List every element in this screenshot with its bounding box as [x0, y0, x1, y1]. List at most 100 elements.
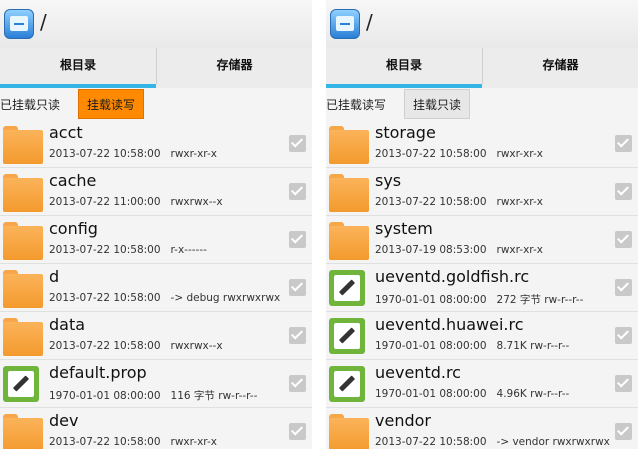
checkbox[interactable] [615, 375, 632, 392]
list-item[interactable]: dev 2013-07-22 10:58:00 rwxr-xr-x [0, 408, 312, 449]
checkbox[interactable] [289, 231, 306, 248]
tab-bar: 根目录 存储器 [326, 48, 638, 89]
entry-name: d [49, 267, 60, 286]
entry-meta: 2013-07-22 10:58:00 -> vendor rwxrwxrwx [375, 436, 610, 448]
entry-name: config [49, 219, 98, 238]
list-item[interactable]: vendor 2013-07-22 10:58:00 -> vendor rwxr… [326, 408, 638, 449]
list-item[interactable]: sys 2013-07-22 10:58:00 rwxr-xr-x [326, 168, 638, 216]
app-folder-icon[interactable] [330, 9, 360, 39]
entry-meta: 2013-07-22 10:58:00 -> debug rwxrwxrwx [49, 292, 280, 304]
checkbox[interactable] [289, 327, 306, 344]
entry-date: 1970-01-01 08:00:00 [49, 390, 161, 402]
mount-rw-button[interactable]: 挂载读写 [78, 89, 145, 119]
current-path: / [366, 10, 373, 34]
checkbox[interactable] [289, 135, 306, 152]
list-item[interactable]: cache 2013-07-22 11:00:00 rwxrwx--x [0, 168, 312, 216]
entry-meta: 1970-01-01 08:00:00 116 字节 rw-r--r-- [49, 388, 257, 403]
mount-mode-bar: 已挂载只读 挂载读写 [0, 88, 312, 120]
folder-icon [329, 174, 369, 212]
tab-storage[interactable]: 存储器 [156, 48, 312, 84]
entry-perm: rwxrwx--x [170, 340, 223, 352]
folder-icon [3, 174, 43, 212]
app-folder-icon[interactable] [4, 9, 34, 39]
checkbox[interactable] [289, 279, 306, 296]
list-item[interactable]: ueventd.rc 1970-01-01 08:00:00 4.96K rw-r… [326, 360, 638, 408]
entry-date: 2013-07-22 10:58:00 [49, 340, 161, 352]
entry-meta: 1970-01-01 08:00:00 8.71K rw-r--r-- [375, 340, 569, 352]
entry-date: 1970-01-01 08:00:00 [375, 294, 487, 306]
folder-icon [3, 318, 43, 356]
checkbox[interactable] [615, 183, 632, 200]
entry-name: sys [375, 171, 402, 190]
tab-root[interactable]: 根目录 [0, 48, 156, 84]
list-item[interactable]: storage 2013-07-22 10:58:00 rwxr-xr-x [326, 120, 638, 168]
entry-date: 1970-01-01 08:00:00 [375, 388, 487, 400]
file-list: acct 2013-07-22 10:58:00 rwxr-xr-x cache … [0, 120, 312, 449]
title-bar: / [0, 0, 312, 48]
file-manager-panel-left: / 根目录 存储器 已挂载只读 挂载读写 acct 2013-07-22 10:… [0, 0, 312, 449]
checkbox[interactable] [615, 231, 632, 248]
entry-date: 2013-07-22 10:58:00 [375, 436, 487, 448]
entry-meta: 2013-07-22 10:58:00 rwxrwx--x [49, 340, 223, 352]
entry-name: storage [375, 123, 436, 142]
list-item[interactable]: default.prop 1970-01-01 08:00:00 116 字节 r… [0, 360, 312, 408]
entry-name: dev [49, 411, 79, 430]
entry-perm: r-x------ [170, 244, 207, 256]
list-item[interactable]: d 2013-07-22 10:58:00 -> debug rwxrwxrwx [0, 264, 312, 312]
list-item[interactable]: system 2013-07-19 08:53:00 rwxr-xr-x [326, 216, 638, 264]
checkbox[interactable] [615, 423, 632, 440]
entry-name: cache [49, 171, 97, 190]
checkbox[interactable] [615, 135, 632, 152]
entry-perm: 8.71K rw-r--r-- [496, 340, 570, 352]
entry-perm: 116 字节 rw-r--r-- [170, 390, 258, 402]
tab-storage[interactable]: 存储器 [482, 48, 638, 84]
mount-status-label: 已挂载读写 [326, 98, 387, 112]
entry-meta: 2013-07-19 08:53:00 rwxr-xr-x [375, 244, 543, 256]
list-item[interactable]: ueventd.huawei.rc 1970-01-01 08:00:00 8.7… [326, 312, 638, 360]
edit-file-icon [329, 366, 365, 402]
entry-name: vendor [375, 411, 431, 430]
checkbox[interactable] [289, 183, 306, 200]
current-path: / [40, 10, 47, 34]
list-item[interactable]: ueventd.goldfish.rc 1970-01-01 08:00:00 2… [326, 264, 638, 312]
entry-date: 2013-07-22 10:58:00 [375, 148, 487, 160]
entry-meta: 1970-01-01 08:00:00 4.96K rw-r--r-- [375, 388, 569, 400]
entry-date: 2013-07-19 08:53:00 [375, 244, 487, 256]
entry-meta: 2013-07-22 10:58:00 rwxr-xr-x [49, 148, 217, 160]
edit-file-icon [3, 366, 39, 402]
entry-name: system [375, 219, 433, 238]
entry-meta: 1970-01-01 08:00:00 272 字节 rw-r--r-- [375, 292, 583, 307]
entry-meta: 2013-07-22 11:00:00 rwxrwx--x [49, 196, 223, 208]
mount-ro-button[interactable]: 挂载只读 [404, 89, 471, 119]
folder-icon [329, 222, 369, 260]
entry-meta: 2013-07-22 10:58:00 r-x------ [49, 244, 207, 256]
entry-meta: 2013-07-22 10:58:00 rwxr-xr-x [375, 196, 543, 208]
mount-mode-bar: 已挂载读写 挂载只读 [326, 88, 638, 120]
file-list: storage 2013-07-22 10:58:00 rwxr-xr-x sys… [326, 120, 638, 449]
entry-name: acct [49, 123, 83, 142]
mount-status-label: 已挂载只读 [0, 98, 61, 112]
list-item[interactable]: config 2013-07-22 10:58:00 r-x------ [0, 216, 312, 264]
panel-divider [312, 0, 326, 449]
title-bar: / [326, 0, 638, 48]
checkbox[interactable] [615, 327, 632, 344]
checkbox[interactable] [615, 279, 632, 296]
entry-date: 2013-07-22 10:58:00 [49, 244, 161, 256]
entry-perm: -> vendor rwxrwxrwx [496, 436, 610, 448]
list-item[interactable]: acct 2013-07-22 10:58:00 rwxr-xr-x [0, 120, 312, 168]
tab-bar: 根目录 存储器 [0, 48, 312, 89]
entry-perm: 272 字节 rw-r--r-- [496, 294, 584, 306]
folder-icon [3, 126, 43, 164]
entry-meta: 2013-07-22 10:58:00 rwxr-xr-x [49, 436, 217, 448]
tab-root[interactable]: 根目录 [326, 48, 482, 84]
entry-date: 2013-07-22 10:58:00 [49, 292, 161, 304]
checkbox[interactable] [289, 423, 306, 440]
entry-perm: rwxr-xr-x [496, 244, 543, 256]
entry-name: data [49, 315, 86, 334]
entry-name: ueventd.goldfish.rc [375, 267, 530, 286]
checkbox[interactable] [289, 375, 306, 392]
edit-file-icon [329, 318, 365, 354]
entry-date: 2013-07-22 10:58:00 [49, 436, 161, 448]
file-manager-panel-right: / 根目录 存储器 已挂载读写 挂载只读 storage 2013-07-22 … [326, 0, 638, 449]
list-item[interactable]: data 2013-07-22 10:58:00 rwxrwx--x [0, 312, 312, 360]
